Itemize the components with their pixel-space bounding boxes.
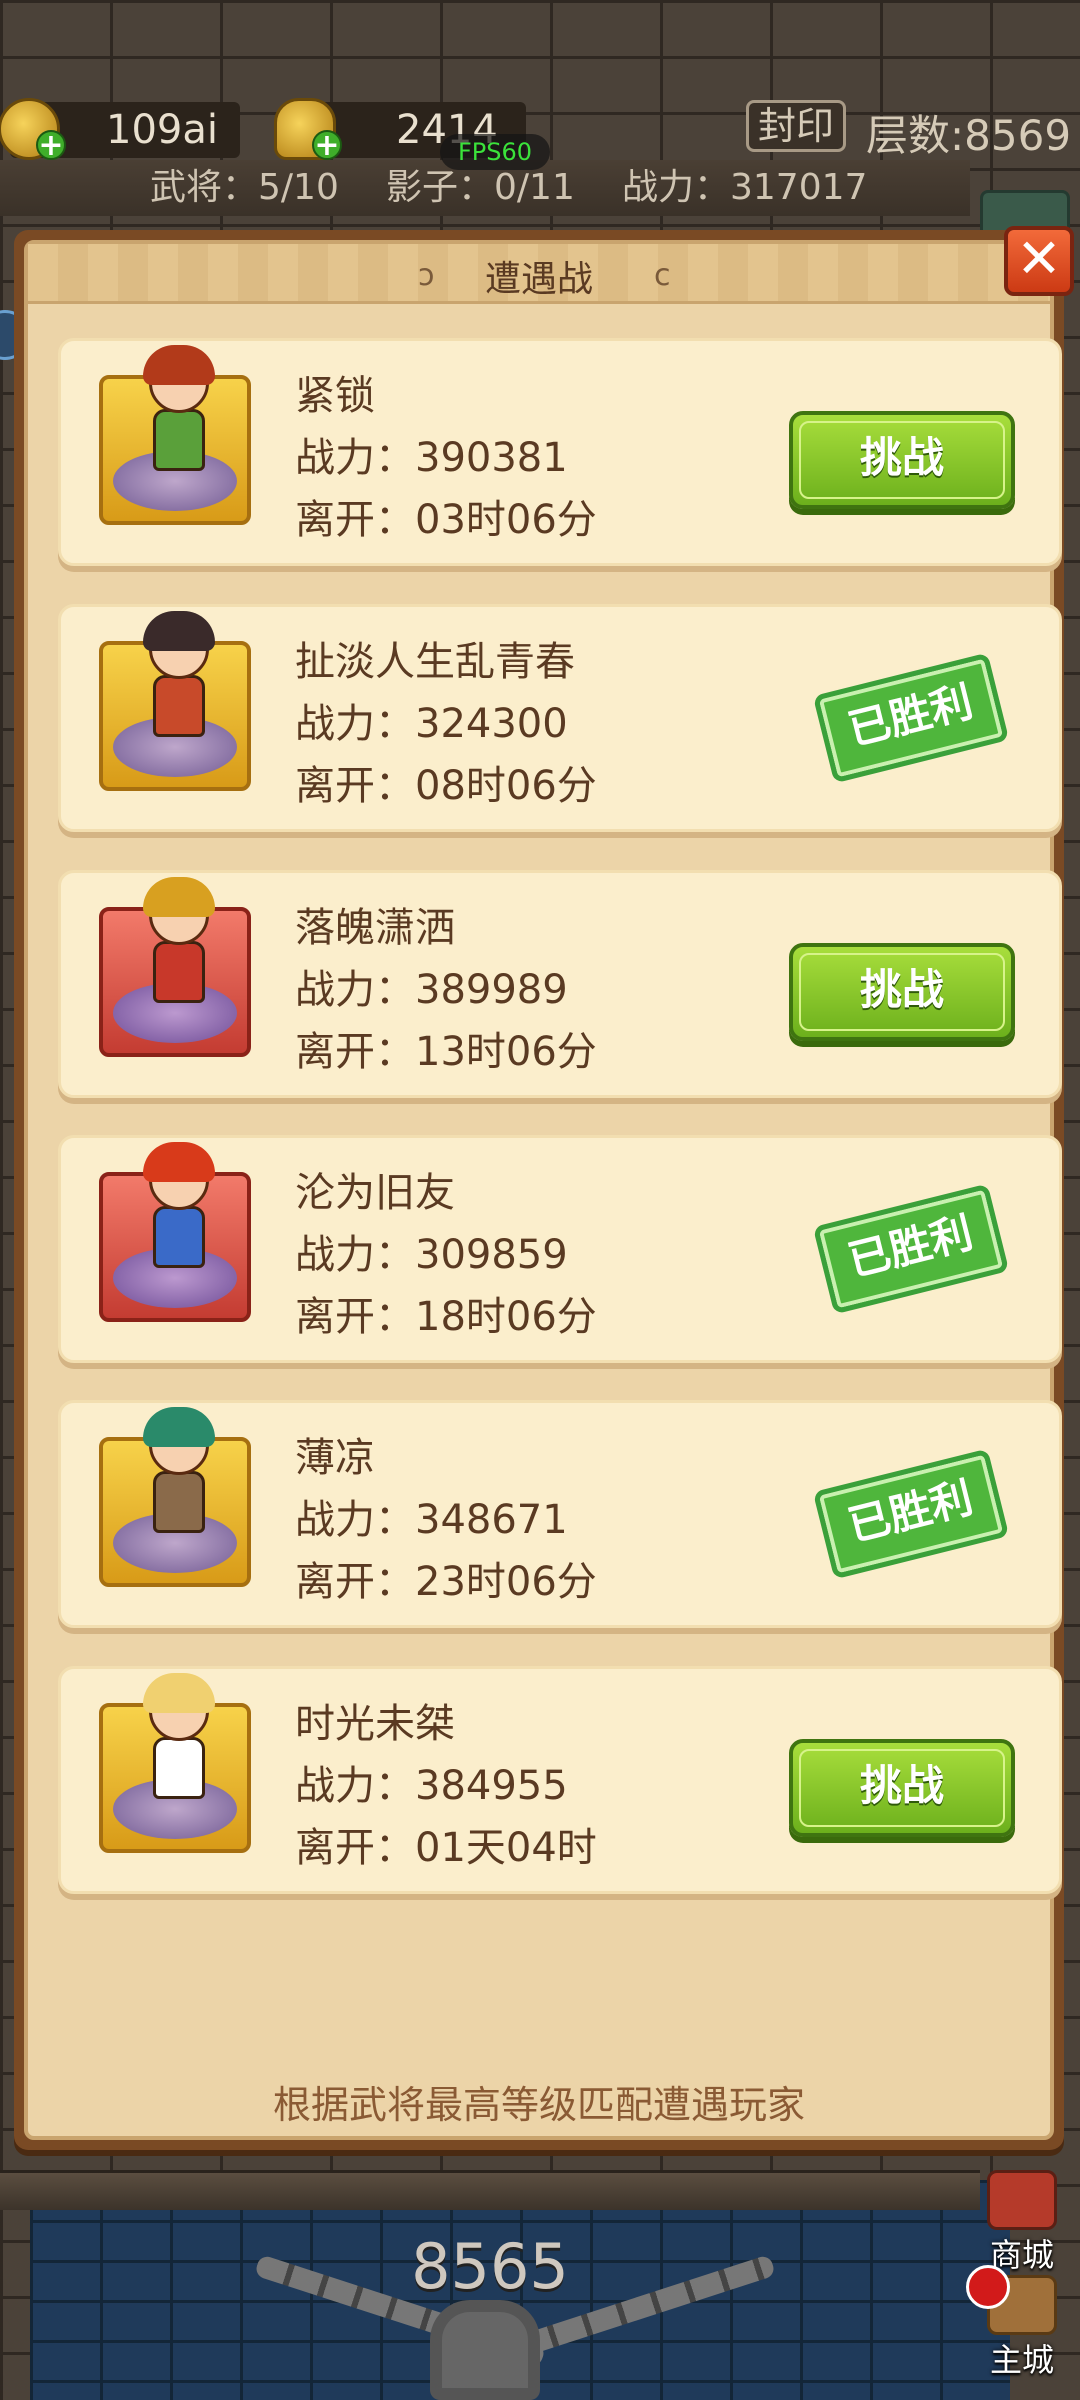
encounter-card: 扯淡人生乱青春 战力：324300 离开：08时06分 已胜利 xyxy=(58,604,1062,832)
victory-stamp: 已胜利 xyxy=(812,1183,1010,1315)
dialog-header: ↄ 遭遇战 c xyxy=(28,244,1050,304)
hero-avatar xyxy=(139,1673,219,1821)
locked-floor-number: 8565 xyxy=(411,2230,569,2303)
padlock-icon xyxy=(430,2300,540,2400)
shop-icon xyxy=(987,2170,1057,2230)
seal-button[interactable]: 封印 xyxy=(746,100,846,152)
player-power: 战力：389989 xyxy=(295,967,568,1013)
hero-portrait[interactable] xyxy=(99,345,251,525)
gold-value: 109ai xyxy=(106,107,218,153)
player-name: 沦为旧友 xyxy=(295,1170,455,1216)
home-city-label: 主城 xyxy=(989,2341,1054,2379)
leave-time: 离开：03时06分 xyxy=(295,497,597,543)
hero-portrait[interactable] xyxy=(99,1142,251,1322)
hero-avatar xyxy=(139,611,219,759)
challenge-button[interactable]: 挑战 xyxy=(789,1739,1015,1837)
leave-time: 离开：23时06分 xyxy=(295,1559,597,1605)
player-name: 时光未桀 xyxy=(295,1701,455,1747)
add-gold-icon[interactable]: + xyxy=(36,130,66,161)
leave-time: 离开：18时06分 xyxy=(295,1294,597,1340)
hero-portrait[interactable] xyxy=(99,877,251,1057)
add-ingot-icon[interactable]: + xyxy=(312,130,342,161)
generals-count: 武将：5/10 xyxy=(150,167,339,208)
player-name: 落魄潇洒 xyxy=(295,905,455,951)
fps-counter: FPS60 xyxy=(440,134,550,170)
floor-ledge xyxy=(0,2170,980,2210)
dialog-title: 遭遇战 xyxy=(484,259,593,300)
player-power: 战力：309859 xyxy=(295,1232,568,1278)
floor-count: 层数:8569 xyxy=(866,111,1072,160)
player-power: 战力：348671 xyxy=(295,1497,568,1543)
hero-avatar xyxy=(139,1142,219,1290)
close-button[interactable]: ✕ xyxy=(1004,226,1074,296)
leave-time: 离开：01天04时 xyxy=(295,1825,597,1871)
dialog-panel: ↄ 遭遇战 c 紧锁 战力：390381 离开：03时06分 挑战 扯淡人生乱青… xyxy=(24,240,1062,2140)
encounter-card: 薄凉 战力：348671 离开：23时06分 已胜利 xyxy=(58,1400,1062,1628)
player-power: 战力：390381 xyxy=(295,435,568,481)
total-power: 战力：317017 xyxy=(622,167,868,208)
player-power: 战力：384955 xyxy=(295,1763,568,1809)
leave-time: 离开：08时06分 xyxy=(295,763,597,809)
challenge-button[interactable]: 挑战 xyxy=(789,943,1015,1041)
victory-stamp: 已胜利 xyxy=(812,1448,1010,1580)
player-power: 战力：324300 xyxy=(295,701,568,747)
hero-avatar xyxy=(139,345,219,493)
hero-avatar xyxy=(139,1407,219,1555)
player-name: 薄凉 xyxy=(295,1435,375,1481)
leave-time: 离开：13时06分 xyxy=(295,1029,597,1075)
gold-resource[interactable]: + 109ai xyxy=(0,98,240,161)
notification-dot xyxy=(966,2265,1010,2309)
shop-button[interactable]: 商城 xyxy=(972,2170,1072,2274)
encounter-card: 落魄潇洒 战力：389989 离开：13时06分 挑战 xyxy=(58,870,1062,1098)
hero-portrait[interactable] xyxy=(99,1407,251,1587)
victory-stamp: 已胜利 xyxy=(812,652,1010,784)
encounter-card: 时光未桀 战力：384955 离开：01天04时 挑战 xyxy=(58,1666,1062,1894)
hero-portrait[interactable] xyxy=(99,611,251,791)
swirl-ornament-icon: c xyxy=(654,258,671,293)
hero-portrait[interactable] xyxy=(99,1673,251,1853)
encounter-dialog: ↄ 遭遇战 c 紧锁 战力：390381 离开：03时06分 挑战 扯淡人生乱青… xyxy=(14,230,1064,2150)
challenge-button[interactable]: 挑战 xyxy=(789,411,1015,509)
encounter-card: 沦为旧友 战力：309859 离开：18时06分 已胜利 xyxy=(58,1135,1062,1363)
player-name: 紧锁 xyxy=(295,373,375,419)
footer-tip: 根据武将最高等级匹配遭遇玩家 xyxy=(272,2083,805,2127)
encounter-card: 紧锁 战力：390381 离开：03时06分 挑战 xyxy=(58,338,1062,566)
hero-avatar xyxy=(139,877,219,1025)
player-name: 扯淡人生乱青春 xyxy=(295,639,575,685)
